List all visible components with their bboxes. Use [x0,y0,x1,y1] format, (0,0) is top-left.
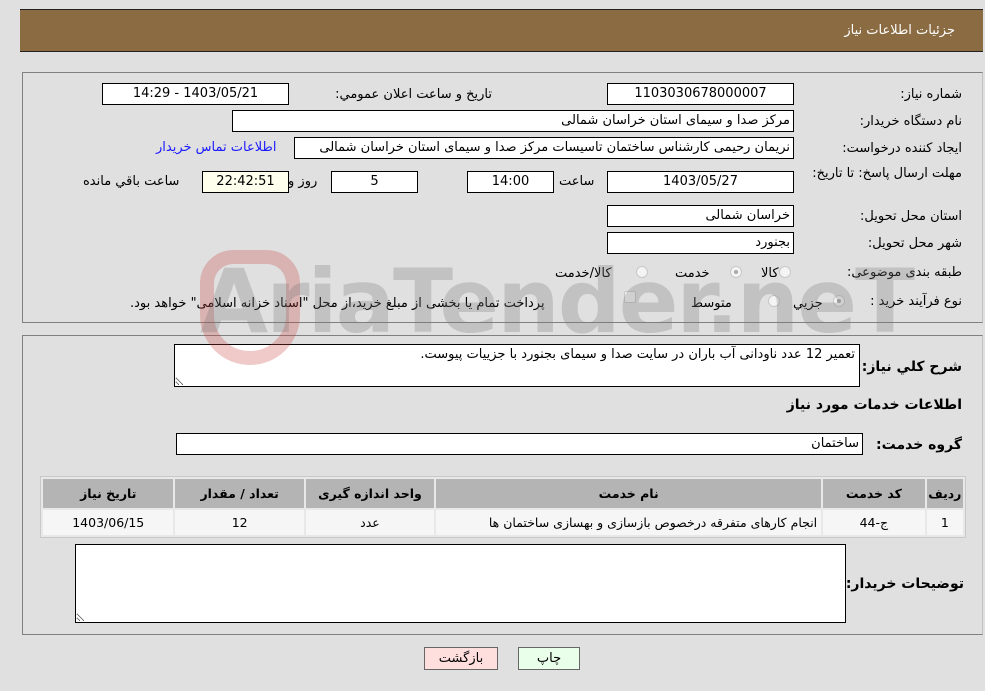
creator-label: ایجاد کننده درخواست: [842,141,962,156]
cell-quantity: 12 [175,510,304,535]
col-quantity: تعداد / مقدار [175,479,304,508]
buyer-org-label: نام دستگاه خریدار: [859,114,962,129]
need-info-panel: شماره نیاز: 1103030678000007 تاریخ و ساع… [22,72,983,323]
table-header-row: ردیف کد خدمت نام خدمت واحد اندازه گیری ت… [43,479,963,508]
deadline-label: مهلت ارسال پاسخ: تا تاریخ: [812,166,962,181]
cell-row-number: 1 [926,510,963,535]
page-title: جزئیات اطلاعات نیاز [844,23,955,38]
buyer-contact-link[interactable]: اطلاعات تماس خریدار [156,140,276,155]
deadline-time-label: ساعت [559,174,595,189]
buyer-org-field: مرکز صدا و سیمای استان خراسان شمالی [232,110,794,132]
deadline-date-field: 1403/05/27 [607,171,794,193]
cell-service-code: ج-44 [823,510,925,535]
city-field: بجنورد [607,232,794,254]
category-radio-service[interactable] [730,266,742,278]
services-table: ردیف کد خدمت نام خدمت واحد اندازه گیری ت… [40,476,966,538]
buyer-notes-label: توضیحات خریدار: [845,576,964,592]
col-row-number: ردیف [926,479,963,508]
deadline-time-field: 14:00 [467,171,554,193]
city-label: شهر محل تحویل: [867,236,962,251]
category-label: طبقه بندی موضوعی: [846,265,962,280]
page-header: جزئیات اطلاعات نیاز [20,9,983,52]
print-button[interactable]: چاپ [518,647,580,670]
province-label: استان محل تحویل: [860,209,962,224]
cell-unit: عدد [305,510,435,535]
announce-date-label: تاریخ و ساعت اعلان عمومي: [335,87,492,102]
service-group-label: گروه خدمت: [876,437,962,453]
cell-need-date: 1403/06/15 [43,510,174,535]
buyer-notes-textarea[interactable] [75,544,846,623]
col-need-date: تاریخ نیاز [43,479,174,508]
services-heading: اطلاعات خدمات مورد نياز [786,397,962,413]
description-label: شرح كلي نياز: [861,359,962,375]
col-service-name: نام خدمت [436,479,822,508]
purchase-option-medium: متوسط [691,296,732,311]
purchase-radio-minor[interactable] [833,295,845,307]
back-button[interactable]: بازگشت [424,647,498,670]
treasury-bonds-checkbox[interactable] [624,291,636,303]
category-option-service: خدمت [675,266,710,281]
time-remaining-label: ساعت باقي مانده [83,174,180,189]
province-field: خراسان شمالی [607,205,794,227]
service-group-field: ساختمان [176,433,863,455]
category-option-goods: کالا [761,266,779,281]
description-textarea[interactable] [174,344,860,387]
need-details-panel: شرح كلي نياز: اطلاعات خدمات مورد نياز گر… [22,335,983,635]
days-label: روز و [288,174,318,189]
payment-note: پرداخت تمام یا بخشی از مبلغ خرید،از محل … [130,296,545,311]
announce-date-field: 1403/05/21 - 14:29 [102,83,289,105]
creator-field: نریمان رحیمی کارشناس ساختمان تاسیسات مرک… [294,137,794,159]
purchase-option-minor: جزيي [793,296,823,311]
category-radio-goods[interactable] [779,266,791,278]
time-remaining-field: 22:42:51 [202,171,289,193]
category-radio-goods-service[interactable] [636,266,648,278]
need-number-field: 1103030678000007 [607,83,794,105]
category-option-goods-service: کالا/خدمت [555,266,612,281]
col-service-code: کد خدمت [823,479,925,508]
purchase-radio-medium[interactable] [768,295,780,307]
cell-service-name: انجام کارهای متفرقه درخصوص بازسازی و بهس… [436,510,822,535]
days-remaining-field: 5 [331,171,418,193]
col-unit: واحد اندازه گیری [305,479,435,508]
table-row: 1 ج-44 انجام کارهای متفرقه درخصوص بازساز… [43,510,963,535]
purchase-type-label: نوع فرآیند خرید : [870,294,962,309]
need-number-label: شماره نیاز: [900,87,962,102]
